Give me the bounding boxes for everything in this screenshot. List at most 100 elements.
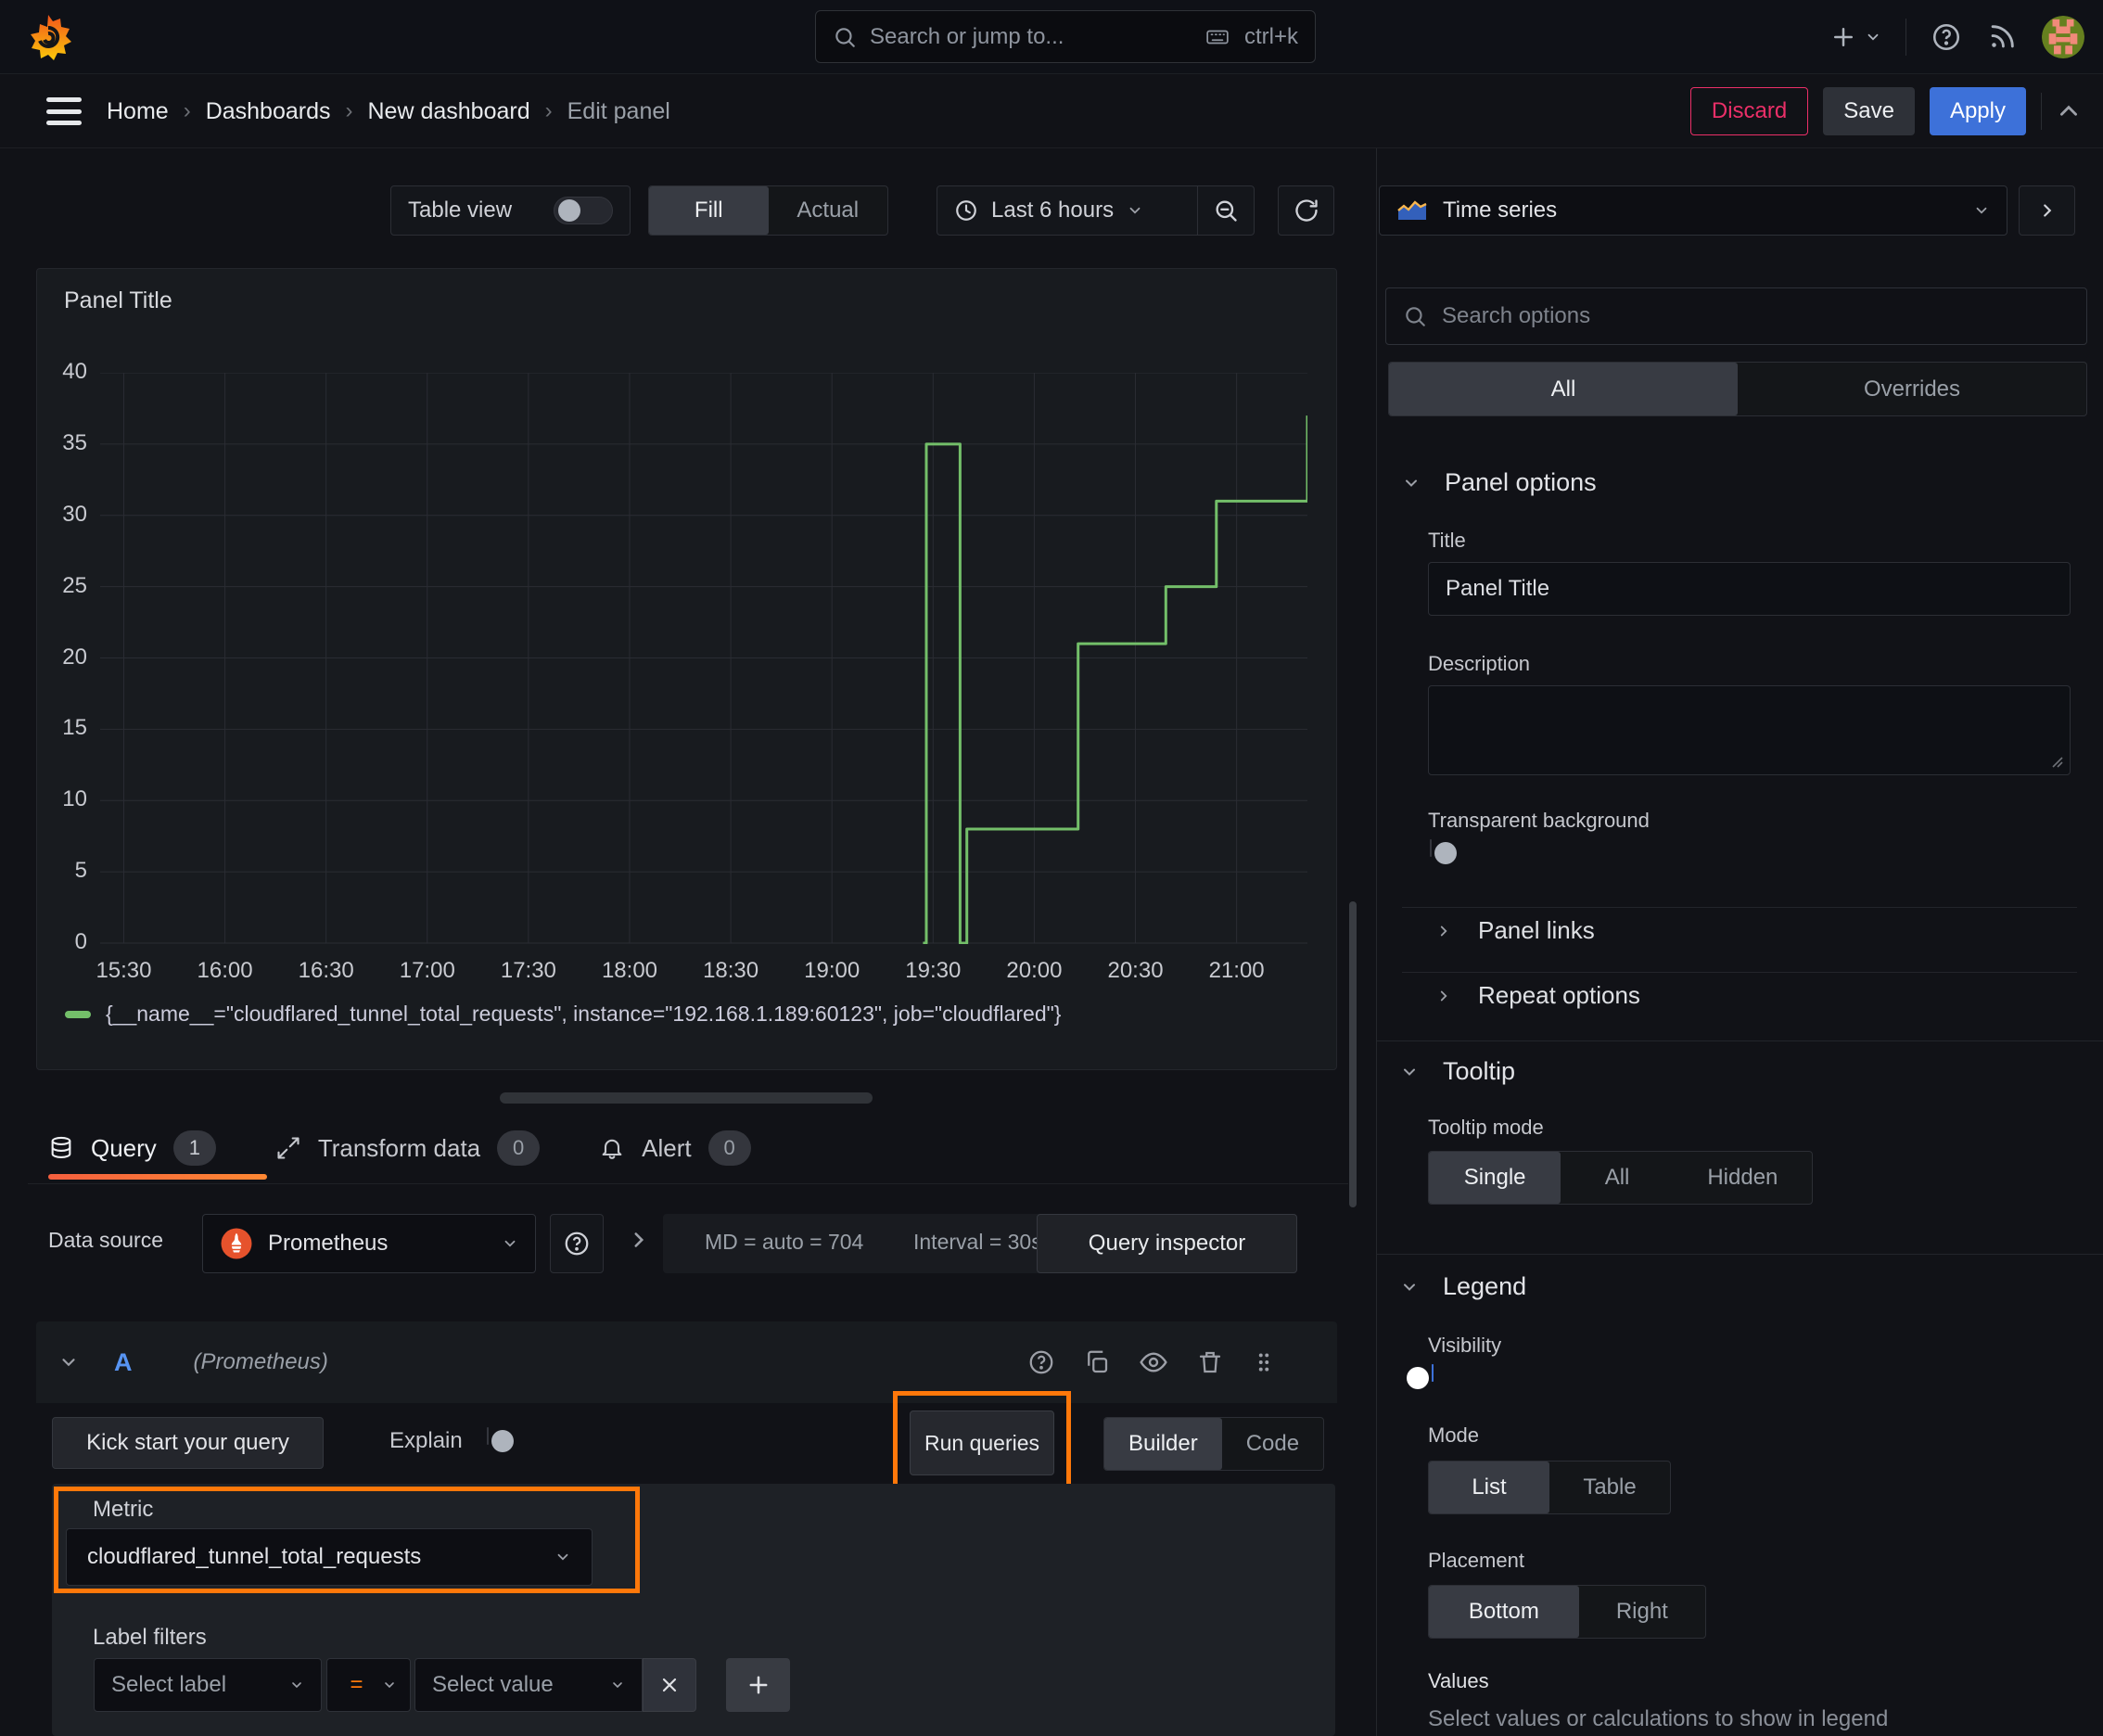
datasource-label: Data source [48, 1228, 164, 1252]
explain-toggle[interactable] [487, 1427, 514, 1452]
tooltip-mode-single[interactable]: Single [1429, 1152, 1561, 1204]
duplicate-query-icon[interactable] [1083, 1348, 1111, 1376]
breadcrumb-dashboards[interactable]: Dashboards [206, 98, 331, 125]
chevron-down-icon [1127, 202, 1143, 219]
select-label-dropdown[interactable]: Select label [94, 1658, 322, 1712]
operator-dropdown[interactable]: = [326, 1658, 411, 1712]
plus-icon [746, 1672, 771, 1698]
news-rss-button[interactable] [1986, 21, 2018, 53]
datasource-picker[interactable]: Prometheus [202, 1214, 536, 1273]
add-new-button[interactable] [1829, 23, 1881, 51]
breadcrumb: Home › Dashboards › New dashboard › Edit… [107, 74, 670, 148]
builder-option[interactable]: Builder [1104, 1418, 1222, 1470]
collapse-header-button[interactable] [2057, 99, 2081, 123]
tab-query[interactable]: Query 1 [48, 1120, 216, 1176]
zoom-out-button[interactable] [1198, 186, 1254, 235]
time-range-picker[interactable]: Last 6 hours [937, 186, 1197, 235]
toggle-viz-list-button[interactable] [2019, 185, 2075, 236]
search-options-input[interactable]: Search options [1385, 287, 2087, 345]
run-queries-button[interactable]: Run queries [910, 1410, 1054, 1475]
builder-code-switch: Builder Code [1103, 1417, 1325, 1471]
tooltip-mode-hidden[interactable]: Hidden [1674, 1152, 1812, 1204]
tab-alert[interactable]: Alert 0 [599, 1120, 751, 1176]
datasource-help-button[interactable] [550, 1214, 604, 1273]
query-inspector-button[interactable]: Query inspector [1037, 1214, 1297, 1273]
metric-select[interactable]: cloudflared_tunnel_total_requests [66, 1528, 593, 1586]
select-value-dropdown[interactable]: Select value [414, 1658, 643, 1712]
expand-stats-chevron-icon[interactable] [627, 1228, 651, 1252]
zoom-out-icon [1213, 198, 1239, 223]
section-title: Panel options [1445, 468, 1597, 496]
toggle-visibility-eye-icon[interactable] [1139, 1347, 1168, 1377]
user-avatar[interactable] [2042, 16, 2084, 58]
legend-placement-right[interactable]: Right [1579, 1586, 1705, 1638]
remove-filter-button[interactable] [643, 1658, 696, 1712]
menu-toggle-icon[interactable] [46, 97, 82, 125]
breadcrumb-new-dashboard[interactable]: New dashboard [368, 98, 530, 125]
grafana-logo-icon[interactable] [24, 13, 72, 61]
tab-label: Alert [642, 1133, 692, 1162]
refresh-button[interactable] [1278, 185, 1334, 236]
query-ref-id[interactable]: A [114, 1348, 133, 1377]
chevron-right-icon [2037, 200, 2058, 221]
panel-options-section-header[interactable]: Panel options [1402, 468, 1597, 497]
code-option[interactable]: Code [1222, 1418, 1323, 1470]
search-shortcut: ctrl+k [1243, 23, 1298, 49]
tab-label: Transform data [317, 1133, 481, 1162]
drag-query-grip-icon[interactable] [1252, 1348, 1276, 1376]
keyboard-icon [1204, 25, 1231, 49]
kick-start-query-button[interactable]: Kick start your query [52, 1417, 324, 1469]
legend-section-header[interactable]: Legend [1400, 1272, 1526, 1301]
operator-value: = [350, 1672, 363, 1697]
y-tick-label: 25 [62, 572, 87, 598]
time-series-chart[interactable] [100, 373, 1307, 944]
legend-placement-bottom[interactable]: Bottom [1429, 1586, 1579, 1638]
legend-mode-list[interactable]: List [1429, 1462, 1549, 1513]
metric-value: cloudflared_tunnel_total_requests [87, 1544, 422, 1569]
fill-option[interactable]: Fill [649, 186, 769, 235]
tooltip-section-header[interactable]: Tooltip [1400, 1057, 1515, 1086]
transparent-background-toggle[interactable] [1430, 839, 1457, 864]
chart-legend[interactable]: {__name__="cloudflared_tunnel_total_requ… [65, 1002, 1061, 1027]
add-filter-button[interactable] [726, 1658, 790, 1712]
query-help-icon[interactable] [1027, 1348, 1055, 1376]
legend-values-helper: Select values or calculations to show in… [1428, 1706, 1889, 1731]
x-tick-label: 21:00 [1208, 958, 1265, 983]
actual-option[interactable]: Actual [769, 186, 888, 235]
collapse-query-chevron-icon[interactable] [58, 1352, 79, 1372]
save-button[interactable]: Save [1823, 87, 1915, 135]
table-view-toggle[interactable] [554, 197, 613, 224]
vertical-scrollbar[interactable] [1349, 901, 1357, 1207]
global-search-input[interactable]: Search or jump to... ctrl+k [815, 10, 1316, 63]
tab-transform-data[interactable]: Transform data 0 [275, 1120, 541, 1176]
resize-grip-icon[interactable] [2049, 754, 2064, 769]
description-textarea[interactable] [1428, 685, 2071, 775]
panel-title-input[interactable]: Panel Title [1428, 562, 2071, 616]
chevron-down-icon [554, 1549, 571, 1565]
x-tick-label: 15:30 [96, 958, 152, 983]
help-button[interactable] [1931, 21, 1962, 53]
tabs-bottom-border [28, 1183, 1348, 1184]
panel-resize-handle[interactable] [500, 1092, 873, 1104]
panel-links-section-header[interactable]: Panel links [1435, 916, 1595, 945]
visualization-picker[interactable]: Time series [1379, 185, 2007, 236]
legend-mode-table[interactable]: Table [1549, 1462, 1670, 1513]
question-circle-icon [563, 1230, 591, 1257]
legend-visibility-toggle[interactable] [1407, 1364, 1434, 1389]
discard-button[interactable]: Discard [1689, 87, 1809, 135]
title-label: Title [1428, 529, 1466, 552]
section-title: Legend [1443, 1272, 1527, 1300]
metric-label: Metric [93, 1497, 154, 1522]
tab-overrides[interactable]: Overrides [1738, 363, 2086, 415]
query-row-header[interactable]: A (Prometheus) [36, 1321, 1337, 1403]
tab-all[interactable]: All [1389, 363, 1738, 415]
delete-query-trash-icon[interactable] [1196, 1348, 1224, 1376]
apply-button[interactable]: Apply [1929, 87, 2026, 135]
tooltip-mode-all[interactable]: All [1561, 1152, 1673, 1204]
repeat-options-section-header[interactable]: Repeat options [1435, 981, 1640, 1010]
transform-icon [275, 1135, 301, 1161]
interval-stat: Interval = 30s [913, 1230, 1042, 1254]
tab-count-badge: 0 [497, 1130, 541, 1166]
breadcrumb-home[interactable]: Home [107, 98, 169, 125]
legend-values-label: Values [1428, 1669, 1489, 1692]
